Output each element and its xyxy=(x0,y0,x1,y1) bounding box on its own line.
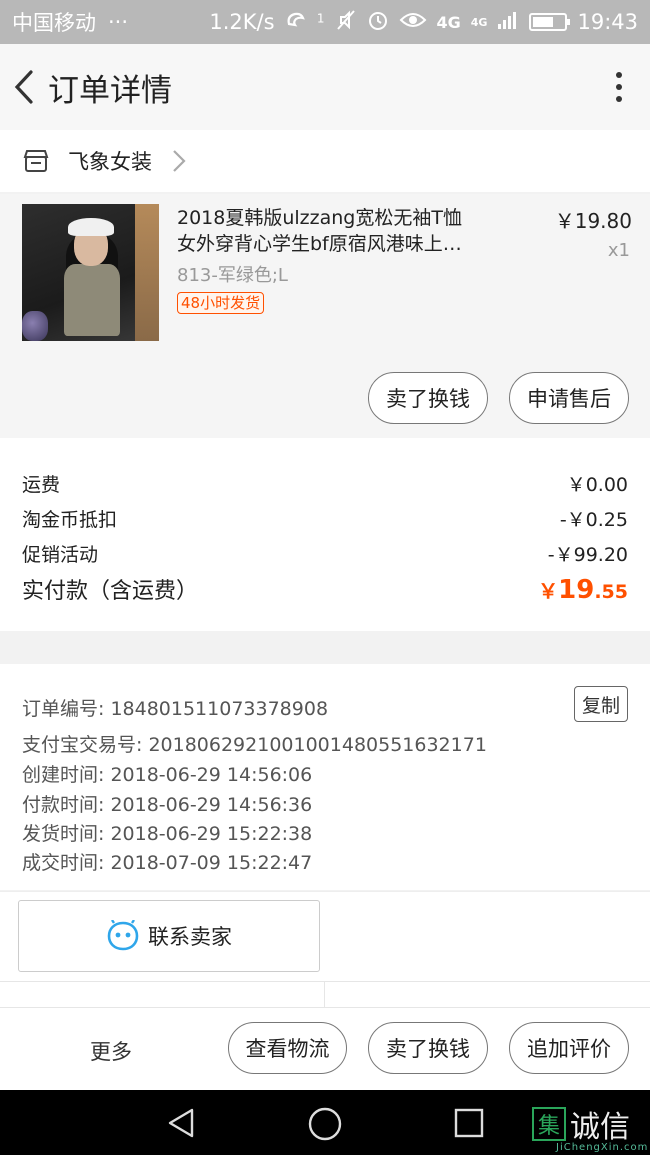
paid-time: 付款时间: 2018-06-29 14:56:36 xyxy=(22,794,313,816)
network-speed: 1.2K/s xyxy=(209,10,275,34)
hd-badge: 1 xyxy=(316,10,325,25)
coin-discount-row: 淘金币抵扣 -￥0.25 xyxy=(22,505,628,532)
sell-exchange-button[interactable]: 卖了换钱 xyxy=(368,372,488,424)
total-cents: .55 xyxy=(594,581,628,603)
chat-face-icon xyxy=(107,920,139,951)
clock: 19:43 xyxy=(577,10,638,34)
more-button[interactable]: 更多 xyxy=(90,1036,132,1066)
top-nav-bar: 订单详情 xyxy=(0,44,650,130)
watermark-text: 诚信 xyxy=(570,1110,630,1145)
shop-icon xyxy=(23,150,49,172)
sell-exchange-bottom-button[interactable]: 卖了换钱 xyxy=(368,1022,488,1074)
alipay-trade-number: 支付宝交易号: 2018062921001001480551632171 xyxy=(22,734,487,756)
product-thumbnail[interactable] xyxy=(22,204,159,341)
signal-icon xyxy=(497,10,519,35)
watermark-url: JiChengXin.com xyxy=(556,1142,649,1153)
product-title[interactable]: 2018夏韩版ulzzang宽松无袖T恤 女外穿背心学生bf原宿风港味上… xyxy=(177,205,507,257)
battery-icon xyxy=(529,13,571,31)
copy-button[interactable]: 复制 xyxy=(574,686,628,722)
network-type-2: 4G xyxy=(470,15,488,29)
watermark-logo: 集 诚信 xyxy=(532,1102,630,1146)
after-sale-button[interactable]: 申请售后 xyxy=(509,372,629,424)
network-type: 4G xyxy=(436,12,461,32)
more-menu-icon[interactable] xyxy=(616,72,622,102)
contact-seller-label: 联系卖家 xyxy=(148,925,232,949)
shop-name: 飞象女装 xyxy=(68,150,152,174)
created-time: 创建时间: 2018-06-29 14:56:06 xyxy=(22,764,313,786)
coin-discount-label: 淘金币抵扣 xyxy=(22,509,118,531)
shipping-fee-label: 运费 xyxy=(22,474,61,496)
add-review-button[interactable]: 追加评价 xyxy=(509,1022,629,1074)
total-currency: ￥ xyxy=(538,579,559,603)
shop-header[interactable]: 飞象女装 xyxy=(0,130,650,192)
total-paid-row: 实付款（含运费） ￥19.55 xyxy=(22,573,628,605)
nav-back-icon[interactable] xyxy=(166,1107,196,1139)
contact-seller-button[interactable]: 联系卖家 xyxy=(18,900,320,972)
coin-discount-value: -￥0.25 xyxy=(559,509,628,531)
back-button[interactable] xyxy=(4,44,44,130)
back-arrow-icon xyxy=(14,70,33,104)
view-logistics-button[interactable]: 查看物流 xyxy=(228,1022,347,1074)
promotion-row: 促销活动 -￥99.20 xyxy=(22,540,628,567)
page-title: 订单详情 xyxy=(48,72,172,109)
chevron-right-icon xyxy=(173,150,186,172)
shipped-time: 发货时间: 2018-06-29 15:22:38 xyxy=(22,823,313,845)
watermark-glyph: 集 xyxy=(532,1107,566,1141)
product-title-line1: 2018夏韩版ulzzang宽松无袖T恤 xyxy=(177,207,462,229)
carrier-label: 中国移动 xyxy=(12,11,96,35)
shipping-badge: 48小时发货 xyxy=(177,292,265,314)
promotion-label: 促销活动 xyxy=(22,544,99,566)
notification-dots: ··· xyxy=(108,10,129,34)
shipping-fee-value: ￥0.00 xyxy=(566,474,628,496)
product-quantity: x1 xyxy=(607,240,630,261)
product-price: ￥19.80 xyxy=(554,209,632,233)
completed-time: 成交时间: 2018-07-09 15:22:47 xyxy=(22,852,313,874)
shipping-fee-row: 运费 ￥0.00 xyxy=(22,470,628,497)
total-paid-label: 实付款（含运费） xyxy=(22,579,199,604)
eye-comfort-icon xyxy=(399,10,427,35)
nav-recents-icon[interactable] xyxy=(454,1108,484,1138)
total-main: 19 xyxy=(558,575,595,605)
promotion-value: -￥99.20 xyxy=(547,544,628,566)
alarm-icon xyxy=(367,9,389,36)
battery-level xyxy=(533,17,553,27)
total-paid-value: ￥19.55 xyxy=(538,575,628,605)
order-number: 订单编号: 184801511073378908 xyxy=(22,698,329,720)
mute-icon xyxy=(335,9,357,36)
product-sku: 813-军绿色;L xyxy=(177,265,288,286)
divider-strip xyxy=(0,981,650,1008)
product-title-line2: 女外穿背心学生bf原宿风港味上… xyxy=(177,233,462,255)
status-bar: 中国移动 ··· 1.2K/s 1 4G 4G 19:43 xyxy=(0,0,650,44)
nav-home-icon[interactable] xyxy=(307,1106,343,1142)
hd-call-icon: 1 xyxy=(285,10,325,35)
